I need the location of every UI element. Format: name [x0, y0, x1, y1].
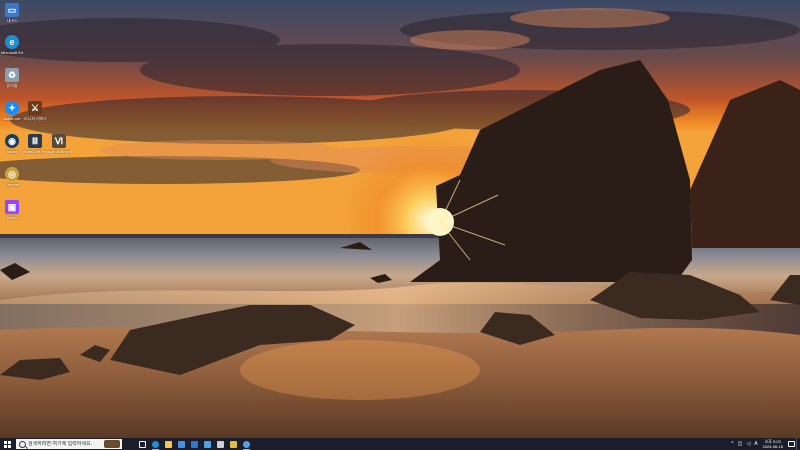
volume-icon[interactable]: ◁	[744, 438, 752, 450]
notification-icon	[787, 441, 795, 447]
ime-indicator[interactable]: A	[752, 438, 759, 450]
desktop-wallpaper	[0, 0, 800, 438]
clock-date: 2024-06-16	[762, 444, 783, 449]
desktop-icon-edge[interactable]: e Microsoft Edge	[1, 35, 23, 55]
notification-button[interactable]	[786, 438, 796, 450]
taskbar-app-steam[interactable]	[240, 438, 253, 450]
search-highlight-icon[interactable]	[104, 440, 120, 448]
desktop-icon-chrome[interactable]: ◎ Chrome	[1, 167, 23, 187]
taskbar-apps	[136, 438, 253, 450]
chrome-icon: ◎	[5, 167, 19, 181]
desktop-icon-pc[interactable]: ▭ 내 PC	[1, 3, 23, 23]
battlenet-icon: ✦	[5, 101, 19, 115]
desktop-icon-battlenet[interactable]: ✦ Battle.net	[1, 101, 23, 121]
recycle-bin-icon: ♻	[5, 68, 19, 82]
app-icon	[217, 440, 224, 448]
taskbar-app-8[interactable]	[227, 438, 240, 450]
lineage-icon: ⚔	[28, 101, 42, 115]
desktop-icon-aoe[interactable]: Ⅵ Age of Empires	[48, 134, 70, 154]
search-input[interactable]	[28, 441, 114, 447]
system-tray: ^ ◫ ◁ A 오후 5:23 2024-06-16	[729, 438, 800, 450]
desktop-icon-label: 휴지통	[6, 83, 18, 88]
taskbar-app-photos[interactable]	[201, 438, 214, 450]
desktop-icon-steam[interactable]: ◉ Steam	[1, 134, 23, 154]
taskbar-app-mail[interactable]	[188, 438, 201, 450]
desktop-icon-label: StarCraft Remastered	[24, 149, 46, 154]
desktop-icon-label: Twitch	[6, 215, 18, 220]
folder-icon	[165, 440, 172, 448]
store-icon	[178, 440, 185, 448]
edge-icon	[152, 440, 159, 448]
desktop-icon-label: Chrome	[4, 182, 20, 187]
task-view-button[interactable]	[136, 438, 149, 450]
network-icon[interactable]: ◫	[736, 438, 745, 450]
show-desktop-button[interactable]	[796, 438, 800, 450]
start-button[interactable]	[0, 438, 14, 450]
desktop-icon-recycle-bin[interactable]: ♻ 휴지통	[1, 68, 23, 88]
twitch-icon: ▣	[5, 200, 19, 214]
taskbar-app-store[interactable]	[175, 438, 188, 450]
pc-icon: ▭	[5, 3, 19, 17]
sunset-beach-image	[0, 0, 800, 438]
taskbar-search-box[interactable]	[16, 439, 122, 449]
taskbar-app-edge[interactable]	[149, 438, 162, 450]
desktop-icon-area: ▭ 내 PC e Microsoft Edge ♻ 휴지통 ✦ Battle.n…	[0, 0, 70, 236]
task-view-icon	[139, 440, 146, 448]
photos-icon	[204, 440, 211, 448]
desktop-icon-starcraft[interactable]: Ⅲ StarCraft Remastered	[24, 134, 46, 154]
windows-logo-icon	[3, 440, 11, 448]
taskbar-app-7[interactable]	[214, 438, 227, 450]
desktop-icon-label: Steam	[6, 149, 18, 154]
search-icon	[19, 440, 26, 448]
starcraft-icon: Ⅲ	[28, 134, 42, 148]
taskbar-clock[interactable]: 오후 5:23 2024-06-16	[760, 439, 786, 449]
desktop-icon-label: Battle.net	[3, 116, 21, 121]
steam-icon: ◉	[5, 134, 19, 148]
mail-icon	[191, 440, 198, 448]
edge-icon: e	[5, 35, 19, 49]
desktop-icon-twitch[interactable]: ▣ Twitch	[1, 200, 23, 220]
desktop-icon-label: Microsoft Edge	[1, 50, 23, 55]
app-icon	[230, 440, 237, 448]
taskbar-app-file-explorer[interactable]	[162, 438, 175, 450]
desktop-icon-label: 리니지 리마스터	[24, 116, 46, 121]
desktop-icon-label: Age of Empires	[48, 149, 70, 154]
desktop-icon-lineage[interactable]: ⚔ 리니지 리마스터	[24, 101, 46, 121]
taskbar: ^ ◫ ◁ A 오후 5:23 2024-06-16	[0, 438, 800, 450]
aoe-icon: Ⅵ	[52, 134, 66, 148]
steam-icon	[243, 440, 250, 448]
desktop-icon-label: 내 PC	[6, 18, 18, 23]
